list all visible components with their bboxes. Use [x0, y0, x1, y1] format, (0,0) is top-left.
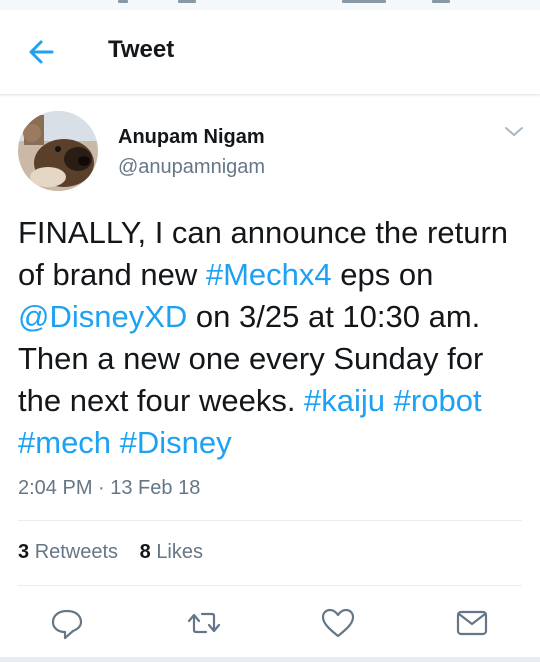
arrow-left-icon: [29, 40, 54, 64]
status-bar: [0, 0, 540, 10]
retweets-stat[interactable]: 3 Retweets: [18, 541, 118, 564]
share-button[interactable]: [452, 603, 492, 643]
mention-link[interactable]: @DisneyXD: [18, 299, 187, 334]
divider: [18, 585, 522, 586]
reply-icon: [51, 609, 83, 640]
likes-label: Likes: [156, 541, 204, 563]
tweet-text: FINALLY, I can announce the return of br…: [18, 212, 528, 464]
tweet-timestamp[interactable]: 2:04 PM · 13 Feb 18: [18, 477, 200, 500]
reply-button[interactable]: [47, 603, 87, 643]
hashtag-link[interactable]: #kaiju: [304, 383, 385, 418]
author-name[interactable]: Anupam Nigam: [118, 126, 265, 149]
status-indicator: [118, 0, 128, 3]
tweet-options-button[interactable]: [503, 123, 525, 141]
tweet-stats: 3 Retweets 8 Likes: [18, 541, 219, 564]
top-app-bar: Tweet: [0, 10, 540, 95]
retweets-label: Retweets: [34, 541, 119, 563]
like-button[interactable]: [318, 603, 358, 643]
heart-icon: [321, 608, 355, 638]
hashtag-link[interactable]: #mech: [18, 425, 111, 460]
retweets-count: 3: [18, 541, 30, 563]
likes-stat[interactable]: 8 Likes: [140, 541, 203, 564]
bottom-divider: [0, 657, 540, 662]
tweet-actions: [0, 603, 540, 643]
hashtag-link[interactable]: #robot: [394, 383, 482, 418]
status-indicator: [432, 0, 450, 3]
status-indicator: [178, 0, 196, 3]
hashtag-link[interactable]: #Mechx4: [206, 257, 332, 292]
likes-count: 8: [139, 541, 151, 563]
avatar-image: [18, 111, 98, 191]
author-handle[interactable]: @anupamnigam: [118, 156, 265, 179]
tweet-text-segment: eps on: [331, 257, 434, 292]
avatar[interactable]: [18, 111, 98, 191]
envelope-icon: [456, 610, 488, 636]
tweet-text-segment: [385, 383, 394, 418]
back-button[interactable]: [22, 32, 62, 72]
status-indicator: [342, 0, 386, 3]
chevron-down-icon: [505, 127, 523, 137]
divider: [18, 520, 522, 521]
hashtag-link[interactable]: #Disney: [120, 425, 232, 460]
retweet-button[interactable]: [184, 603, 224, 643]
retweet-icon: [187, 612, 221, 634]
tweet-text-segment: [111, 425, 120, 460]
page-title: Tweet: [108, 36, 175, 63]
